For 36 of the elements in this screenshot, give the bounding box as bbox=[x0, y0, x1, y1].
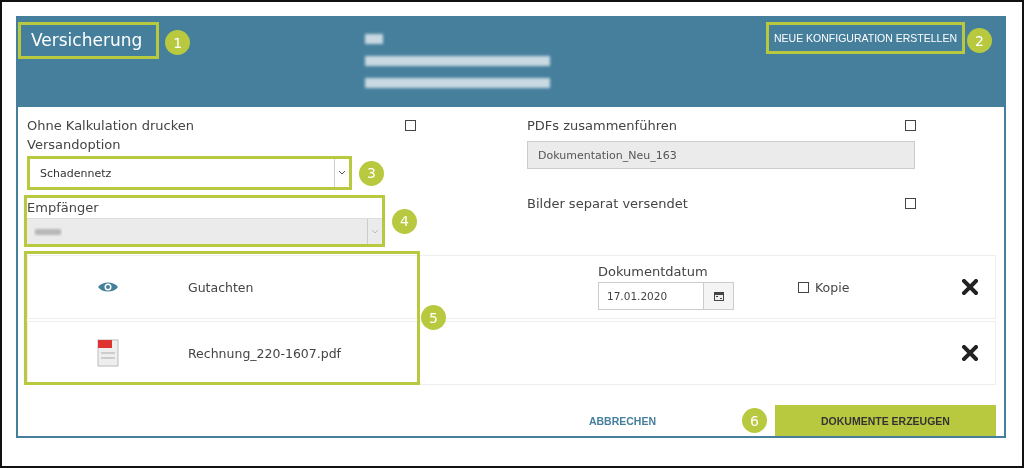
callout-badge: 4 bbox=[392, 208, 417, 234]
remove-button[interactable] bbox=[962, 279, 978, 295]
option-label: Kopie bbox=[815, 279, 850, 295]
shipping-select[interactable]: Schadennetz bbox=[27, 156, 352, 190]
checkbox[interactable] bbox=[905, 197, 916, 209]
callout-badge: 3 bbox=[359, 160, 384, 186]
checkbox[interactable] bbox=[905, 119, 916, 131]
checkbox[interactable] bbox=[405, 119, 416, 131]
option-label: PDFs zusammenführen bbox=[527, 117, 677, 133]
cancel-button[interactable]: ABBRECHEN bbox=[582, 413, 662, 428]
callout-badge: 5 bbox=[421, 305, 446, 330]
calendar-button[interactable] bbox=[703, 283, 733, 309]
date-field[interactable]: 17.01.2020 bbox=[598, 282, 734, 310]
close-icon bbox=[962, 345, 978, 361]
eye-icon bbox=[97, 280, 119, 294]
field-label: Dokumentdatum bbox=[598, 264, 709, 279]
field-label: Versandoption bbox=[27, 137, 122, 152]
field-label: Empfänger bbox=[27, 199, 100, 217]
remove-button[interactable] bbox=[962, 345, 978, 361]
page-title: Versicherung bbox=[18, 22, 160, 59]
option-label: Bilder separat versendet bbox=[527, 195, 688, 211]
caret-icon bbox=[338, 170, 346, 176]
document-name: Gutachten bbox=[188, 279, 255, 295]
document-name: Rechnung_220-1607.pdf bbox=[188, 345, 342, 361]
caret-icon bbox=[371, 228, 379, 235]
calendar-icon bbox=[713, 291, 724, 301]
create-documents-button[interactable]: DOKUMENTE ERZEUGEN bbox=[775, 405, 996, 436]
callout-badge: 2 bbox=[967, 28, 992, 53]
callout-badge: 6 bbox=[742, 408, 767, 433]
pdf-file-icon bbox=[97, 339, 119, 367]
filename-field[interactable]: Dokumentation_Neu_163 bbox=[527, 141, 915, 169]
new-configuration-button[interactable]: NEUE KONFIGURATION ERSTELLEN bbox=[766, 22, 965, 54]
checkbox[interactable] bbox=[798, 281, 809, 293]
option-label: Ohne Kalkulation drucken bbox=[27, 117, 194, 133]
callout-badge: 1 bbox=[165, 30, 191, 55]
close-icon bbox=[962, 279, 978, 295]
